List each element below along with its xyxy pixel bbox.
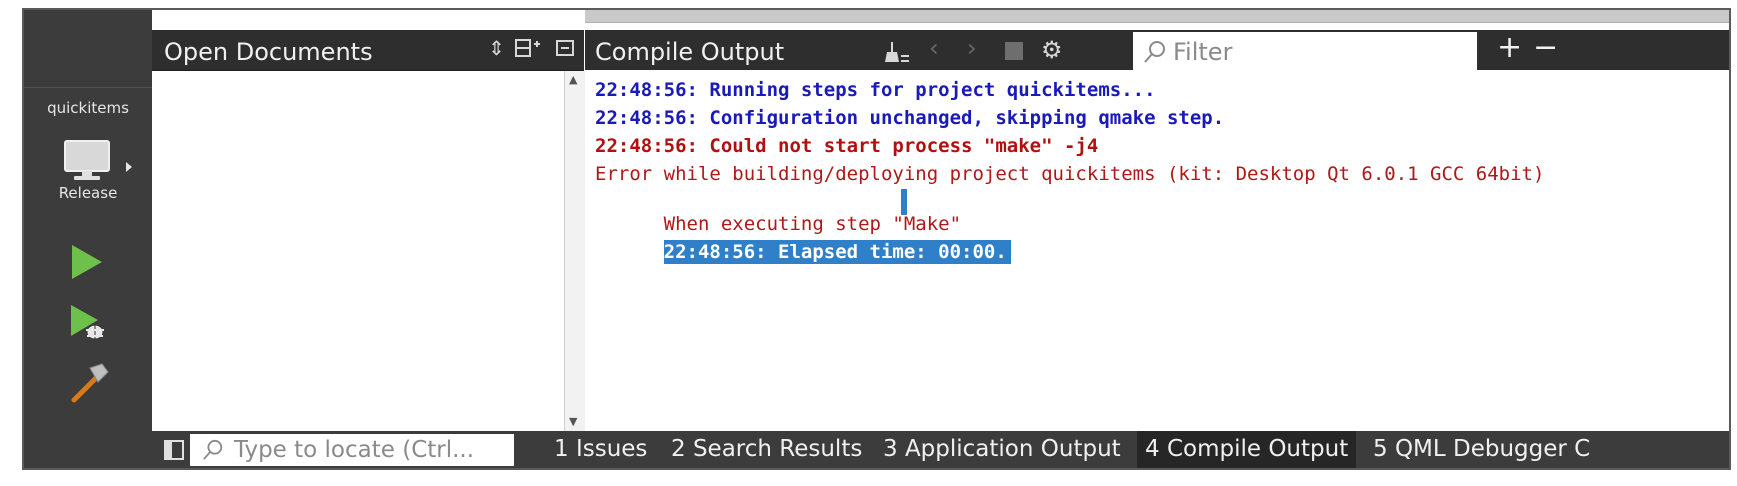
debug-run-icon bbox=[71, 305, 104, 340]
open-documents-top-strip bbox=[152, 10, 584, 22]
open-documents-header: Open Documents ⇕ bbox=[152, 30, 584, 71]
pane-button-qml-debugger[interactable]: 5 QML Debugger C bbox=[1365, 431, 1598, 468]
run-button[interactable] bbox=[68, 242, 104, 286]
next-item-icon[interactable]: › bbox=[967, 34, 977, 62]
build-configuration: Release bbox=[58, 184, 118, 202]
output-line: 22:48:56: Could not start process "make"… bbox=[595, 135, 1099, 157]
selection-highlight bbox=[901, 189, 907, 215]
search-icon bbox=[1144, 41, 1165, 63]
scroll-up-arrow-icon[interactable]: ▲ bbox=[569, 73, 577, 86]
editor-top-strip bbox=[585, 10, 1729, 23]
search-icon bbox=[203, 439, 223, 460]
compile-output-toolbar: Compile Output ‹ › ⚙ Filter + − bbox=[585, 30, 1729, 70]
run-icon bbox=[72, 245, 102, 279]
project-name: quickitems bbox=[47, 99, 129, 117]
scroll-down-arrow-icon[interactable]: ▼ bbox=[569, 415, 577, 428]
compile-output-text-area[interactable]: 22:48:56: Running steps for project quic… bbox=[585, 71, 1729, 431]
output-line: 22:48:56: Configuration unchanged, skipp… bbox=[595, 107, 1225, 129]
mode-bar-divider bbox=[24, 87, 152, 88]
pane-button-application-output[interactable]: 3 Application Output bbox=[875, 431, 1129, 468]
pane-button-compile-output[interactable]: 4 Compile Output bbox=[1137, 431, 1357, 468]
settings-gear-icon[interactable]: ⚙ bbox=[1041, 36, 1063, 64]
hammer-icon bbox=[71, 363, 109, 403]
qt-creator-window: quickitems Release Open Documents ⇕ ▲ ▼ … bbox=[22, 8, 1731, 470]
stop-icon[interactable] bbox=[1003, 40, 1025, 66]
kit-selector-button[interactable] bbox=[62, 138, 114, 188]
open-documents-scrollbar[interactable]: ▲ ▼ bbox=[564, 71, 585, 431]
pane-button-issues[interactable]: 1 Issues bbox=[546, 431, 655, 468]
status-bar: Type to locate (Ctrl... 1 Issues 2 Searc… bbox=[152, 431, 1729, 468]
increase-font-icon[interactable]: + bbox=[1497, 30, 1522, 65]
open-documents-title: Open Documents bbox=[164, 38, 373, 66]
output-line-selected: 22:48:56: Elapsed time: 00:00. bbox=[595, 219, 1011, 285]
open-documents-list[interactable] bbox=[152, 71, 564, 431]
pane-button-search-results[interactable]: 2 Search Results bbox=[663, 431, 870, 468]
mode-bar: quickitems Release bbox=[24, 10, 152, 468]
previous-item-icon[interactable]: ‹ bbox=[929, 34, 939, 62]
locator-placeholder: Type to locate (Ctrl... bbox=[234, 437, 475, 463]
close-sidebar-icon[interactable] bbox=[554, 36, 576, 65]
clear-output-icon[interactable] bbox=[885, 40, 911, 68]
sidebar-view-switch-icon[interactable]: ⇕ bbox=[488, 36, 505, 60]
output-line: 22:48:56: Elapsed time: 00:00. bbox=[663, 240, 1011, 264]
kit-menu-arrow-icon bbox=[126, 162, 132, 172]
locator-input[interactable]: Type to locate (Ctrl... bbox=[190, 434, 514, 466]
monitor-icon bbox=[64, 140, 110, 180]
output-line: Error while building/deploying project q… bbox=[595, 163, 1545, 185]
debug-button[interactable] bbox=[68, 302, 108, 346]
filter-placeholder: Filter bbox=[1173, 38, 1233, 66]
output-line: 22:48:56: Running steps for project quic… bbox=[595, 79, 1156, 101]
decrease-font-icon[interactable]: − bbox=[1533, 30, 1558, 65]
toggle-sidebar-button[interactable] bbox=[164, 440, 184, 464]
compile-output-title: Compile Output bbox=[595, 38, 785, 66]
sidebar-toggle-icon bbox=[164, 440, 184, 460]
build-button[interactable] bbox=[68, 362, 110, 408]
split-sidebar-icon[interactable] bbox=[514, 36, 540, 65]
filter-input[interactable]: Filter bbox=[1133, 32, 1477, 70]
